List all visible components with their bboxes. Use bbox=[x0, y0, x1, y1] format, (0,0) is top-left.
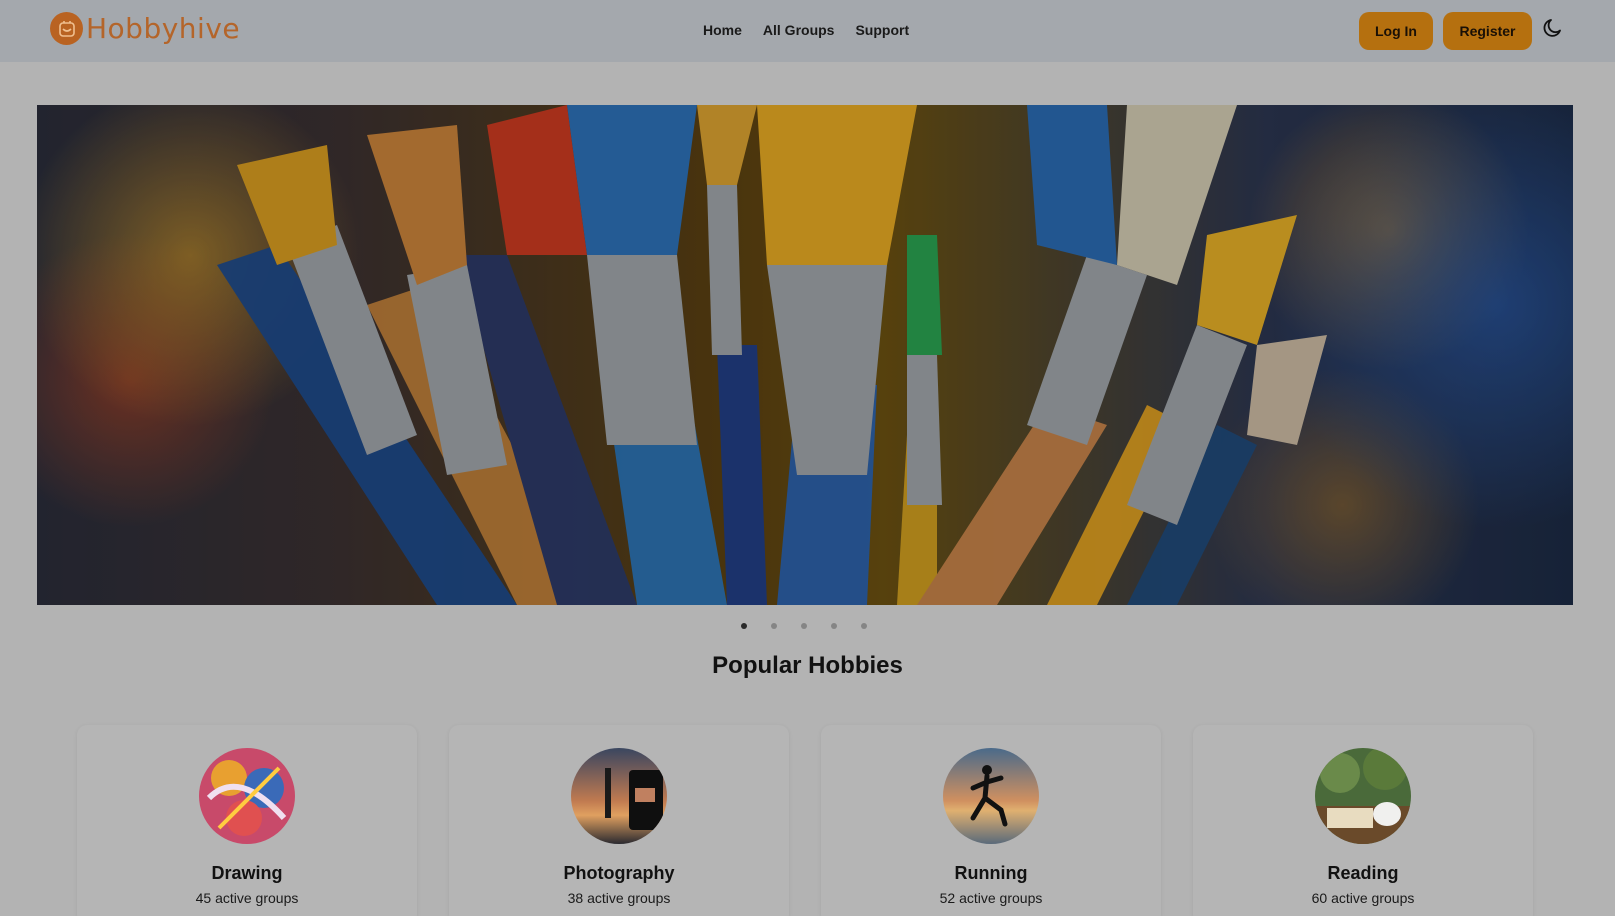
nav-home[interactable]: Home bbox=[703, 22, 742, 38]
hobby-title: Reading bbox=[1327, 863, 1399, 883]
hive-icon bbox=[50, 12, 83, 45]
hobby-card-reading[interactable]: Reading 60 active groups bbox=[1193, 725, 1533, 916]
hobby-group-count: 60 active groups bbox=[1311, 890, 1415, 906]
nav-all-groups[interactable]: All Groups bbox=[763, 22, 835, 38]
hobby-card-photography[interactable]: Photography 38 active groups bbox=[449, 725, 789, 916]
main-nav: Home All Groups Support bbox=[703, 22, 909, 38]
hobby-title: Drawing bbox=[211, 863, 283, 883]
photography-image bbox=[571, 748, 667, 844]
hobby-title: Running bbox=[954, 863, 1028, 883]
hobby-group-count: 52 active groups bbox=[939, 890, 1043, 906]
carousel-dot-4[interactable] bbox=[831, 623, 837, 629]
brand-name: Hobbyhive bbox=[86, 12, 241, 45]
carousel-dot-3[interactable] bbox=[801, 623, 807, 629]
hobby-group-count: 45 active groups bbox=[195, 890, 299, 906]
hero-carousel-image bbox=[37, 105, 1573, 605]
hobby-group-count: 38 active groups bbox=[567, 890, 671, 906]
carousel-dot-2[interactable] bbox=[771, 623, 777, 629]
drawing-image bbox=[199, 748, 295, 844]
hobby-card-running[interactable]: Running 52 active groups bbox=[821, 725, 1161, 916]
hobby-card-drawing[interactable]: Drawing 45 active groups bbox=[77, 725, 417, 916]
reading-image bbox=[1315, 748, 1411, 844]
login-button[interactable]: Log In bbox=[1359, 12, 1433, 50]
carousel-indicators bbox=[741, 623, 867, 629]
moon-icon[interactable] bbox=[1541, 16, 1565, 40]
register-button[interactable]: Register bbox=[1443, 12, 1532, 50]
hobby-title: Photography bbox=[563, 863, 675, 883]
section-title: Popular Hobbies bbox=[712, 652, 903, 679]
top-navbar: Hobbyhive Home All Groups Support Log In… bbox=[0, 0, 1615, 62]
running-image bbox=[943, 748, 1039, 844]
brand-logo[interactable]: Hobbyhive bbox=[50, 12, 240, 45]
carousel-dot-5[interactable] bbox=[861, 623, 867, 629]
carousel-dot-1[interactable] bbox=[741, 623, 747, 629]
nav-support[interactable]: Support bbox=[855, 22, 909, 38]
